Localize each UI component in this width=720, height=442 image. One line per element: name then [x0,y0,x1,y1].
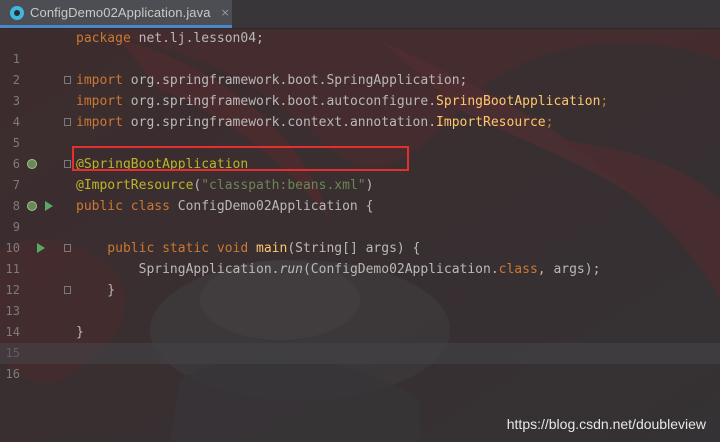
code-line: 2 [0,49,720,87]
fold-marker[interactable] [64,244,71,252]
line-code: } [76,325,84,340]
code-line: 5 import org.springframework.context.ann… [0,112,720,150]
line-code: SpringApplication.run(ConfigDemo02Applic… [76,262,601,277]
fold-marker[interactable] [64,286,71,294]
code-line: 10 [0,217,720,255]
line-code: } [76,283,116,298]
fold-marker[interactable] [64,160,71,168]
code-line: 9 public class ConfigDemo02Application { [0,196,720,234]
tab-filename: ConfigDemo02Application.java [30,5,211,20]
code-line: 13 } [0,280,720,318]
code-line: 4 import org.springframework.boot.autoco… [0,91,720,129]
annotation-highlight-box [72,146,409,171]
editor-tab-configdemo02[interactable]: ConfigDemo02Application.java × [0,0,232,28]
spring-bean-icon[interactable] [27,201,37,211]
code-line: 12 SpringApplication.run(ConfigDemo02App… [0,259,720,297]
line-code: import org.springframework.boot.SpringAp… [76,73,468,88]
line-code: public static void main(String[] args) { [76,241,421,256]
run-icon[interactable] [45,201,53,211]
code-line-current: 16 [0,343,720,381]
close-icon[interactable]: × [221,6,230,19]
line-code: package net.lj.lesson04; [76,31,264,46]
code-line: 15 } [0,322,720,360]
code-editor[interactable]: 1 package net.lj.lesson04; 2 3 import or… [0,28,720,442]
fold-marker[interactable] [64,118,71,126]
code-line: 3 import org.springframework.boot.Spring… [0,70,720,108]
line-number: 16 [5,367,20,381]
run-icon[interactable] [37,243,45,253]
line-code: import org.springframework.boot.autoconf… [76,94,609,109]
code-line: 1 package net.lj.lesson04; [0,28,720,66]
code-line: 14 [0,301,720,339]
code-line: 11 public static void main(String[] args… [0,238,720,276]
spring-bean-icon[interactable] [27,159,37,169]
watermark: https://blog.csdn.net/doubleview [506,416,706,432]
fold-marker[interactable] [64,76,71,84]
java-class-icon [10,5,24,20]
line-code: public class ConfigDemo02Application { [76,199,374,214]
line-code: import org.springframework.context.annot… [76,115,554,130]
editor-tab-bar: ConfigDemo02Application.java × [0,0,720,29]
line-code: @ImportResource("classpath:beans.xml") [76,178,374,193]
code-line: 8 @ImportResource("classpath:beans.xml") [0,175,720,213]
